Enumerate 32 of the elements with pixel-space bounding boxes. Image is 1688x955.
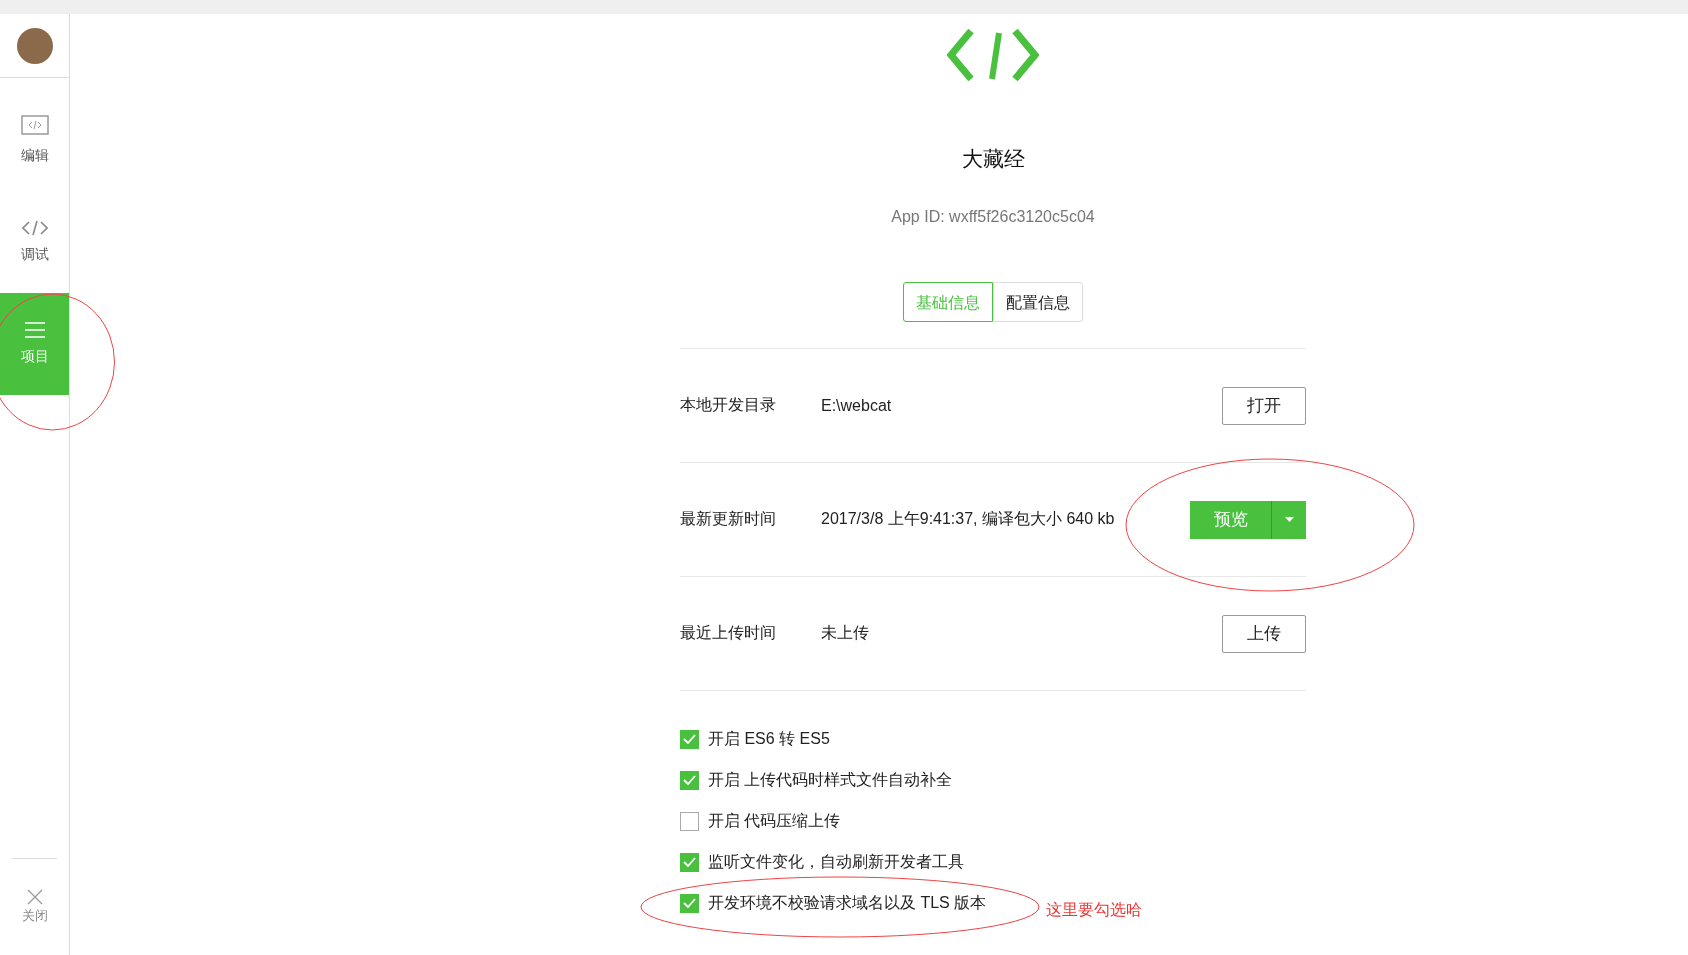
sidebar-item[interactable]: 调试 <box>0 191 69 293</box>
code-icon <box>21 220 48 236</box>
option-label: 开启 上传代码时样式文件自动补全 <box>708 769 953 790</box>
field-value: 2017/3/8 上午9:41:37, 编译包大小 640 kb <box>821 509 1116 529</box>
caret-icon <box>1284 517 1294 522</box>
avatar[interactable] <box>16 27 53 64</box>
checkbox[interactable] <box>680 893 699 913</box>
annotation-note: 这里要勾选哈 <box>1046 900 1142 920</box>
checkbox[interactable] <box>680 729 699 749</box>
action-button[interactable]: 打开 <box>1222 386 1306 425</box>
checkbox[interactable] <box>680 811 699 831</box>
sidebar-item[interactable]: 编辑 <box>0 89 69 191</box>
field-value: 未上传 <box>821 623 870 643</box>
option-label: 监听文件变化，自动刷新开发者工具 <box>708 851 964 872</box>
close-button[interactable]: 关闭 <box>0 859 69 955</box>
field-label: 最近上传时间 <box>680 623 777 643</box>
field-value: E:\webcat <box>821 396 893 415</box>
code-logo-icon <box>947 27 1039 83</box>
action-button[interactable]: 上传 <box>1222 614 1306 653</box>
field-label: 最新更新时间 <box>680 509 777 529</box>
monitor-code-icon <box>20 115 49 137</box>
option-label: 开启 代码压缩上传 <box>708 810 841 831</box>
checkbox[interactable] <box>680 852 699 872</box>
close-icon <box>26 889 43 905</box>
app-id: App ID: wxff5f26c3120c5c04 <box>891 208 1095 226</box>
option-label: 开启 ES6 转 ES5 <box>708 728 830 749</box>
menu-icon <box>24 322 45 338</box>
option-label: 开发环境不校验请求域名以及 TLS 版本 <box>708 892 987 913</box>
checkbox[interactable] <box>680 770 699 790</box>
tab[interactable]: 配置信息 <box>993 282 1083 322</box>
field-label: 本地开发目录 <box>680 395 777 415</box>
project-name: 大藏经 <box>961 146 1025 172</box>
